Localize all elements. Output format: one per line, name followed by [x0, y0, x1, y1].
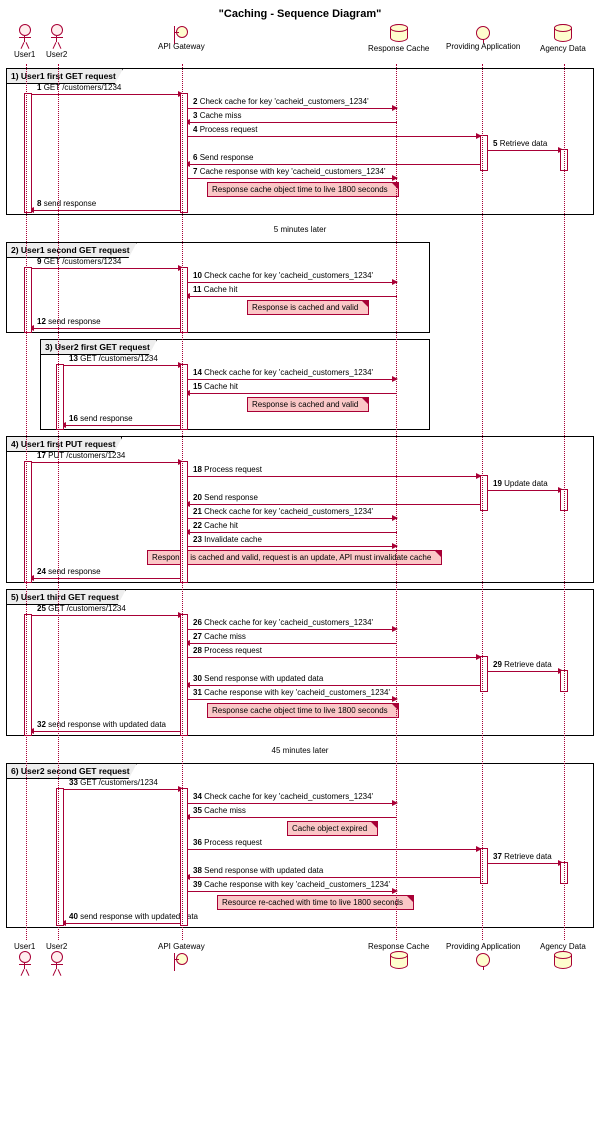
participant-gateway-b: API Gateway [158, 940, 205, 967]
participant-cache: Response Cache [368, 24, 429, 53]
note-1: Response cache object time to live 1800 … [207, 182, 399, 197]
group-5-title: 5) User1 third GET request [7, 590, 126, 605]
participant-app-b: Providing Application [446, 940, 520, 967]
note-5: Response cache object time to live 1800 … [207, 703, 399, 718]
participants-bottom: User1 User2 API Gateway Response Cache P… [0, 940, 600, 980]
group-6: 6) User2 second GET request 33 GET /cust… [6, 763, 594, 928]
group-5: 5) User1 third GET request 25 GET /custo… [6, 589, 594, 736]
participant-cache-b: Response Cache [368, 940, 429, 969]
delay-2: 45 minutes later [0, 742, 600, 759]
note-7: Resource re-cached with time to live 180… [217, 895, 414, 910]
group-3-title: 3) User2 first GET request [41, 340, 157, 355]
actor-user1: User1 [14, 24, 35, 59]
participant-gateway: API Gateway [158, 24, 205, 51]
group-4: 4) User1 first PUT request 17 PUT /custo… [6, 436, 594, 583]
group-4-title: 4) User1 first PUT request [7, 437, 122, 452]
note-6: Cache object expired [287, 821, 378, 836]
actor-user2: User2 [46, 24, 67, 59]
group-2-title: 2) User1 second GET request [7, 243, 137, 258]
diagram-title: "Caching - Sequence Diagram" [0, 0, 600, 24]
diagram-body: 1) User1 first GET request 1 GET /custom… [0, 68, 600, 940]
actor-user2-b: User2 [46, 940, 67, 975]
actor-user1-b: User1 [14, 940, 35, 975]
group-6-title: 6) User2 second GET request [7, 764, 137, 779]
participant-data: Agency Data [540, 24, 586, 53]
group-1: 1) User1 first GET request 1 GET /custom… [6, 68, 594, 215]
participant-app: Providing Application [446, 24, 520, 51]
note-2: Response is cached and valid [247, 300, 369, 315]
participant-data-b: Agency Data [540, 940, 586, 969]
note-4: Response is cached and valid, request is… [147, 550, 442, 565]
group-1-title: 1) User1 first GET request [7, 69, 123, 84]
group-3: 3) User2 first GET request 13 GET /custo… [40, 339, 430, 430]
sequence-diagram: User1 User2 API Gateway Response Cache P… [0, 24, 600, 980]
note-3: Response is cached and valid [247, 397, 369, 412]
participants-top: User1 User2 API Gateway Response Cache P… [0, 24, 600, 64]
delay-1: 5 minutes later [0, 221, 600, 238]
group-2: 2) User1 second GET request 9 GET /custo… [6, 242, 430, 333]
